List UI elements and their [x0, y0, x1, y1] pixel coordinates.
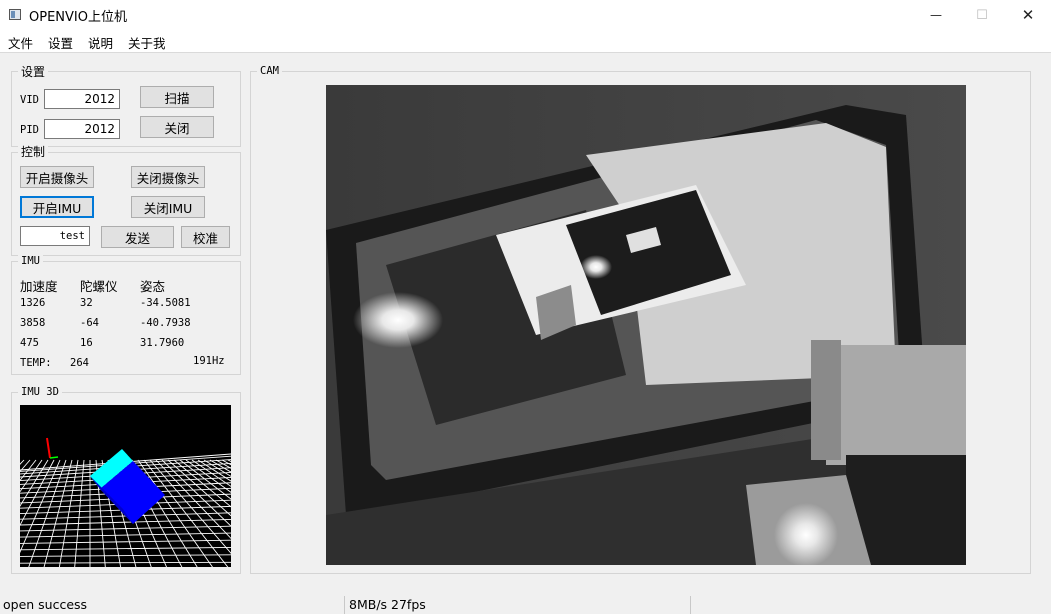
imu-header-accel: 加速度	[20, 279, 58, 294]
imu3d-group-title: IMU 3D	[18, 386, 62, 398]
title-bar	[0, 0, 1051, 30]
imu-axis-y	[49, 456, 59, 459]
open-imu-button[interactable]: 开启IMU	[20, 196, 94, 218]
menu-settings[interactable]: 设置	[48, 33, 73, 52]
window-title: OPENVIO上位机	[29, 10, 127, 25]
temp-value: 264	[70, 357, 89, 369]
vid-label: VID	[20, 94, 39, 106]
close-imu-button[interactable]: 关闭IMU	[131, 196, 205, 218]
grid-line	[43, 459, 73, 567]
send-text-input[interactable]: test	[20, 226, 90, 246]
status-separator	[690, 596, 691, 614]
imu-attitude-value: -34.5081	[140, 297, 191, 309]
pid-input[interactable]: 2012	[44, 119, 120, 139]
camera-view	[326, 85, 966, 565]
imu-gyro-value: -64	[80, 317, 99, 329]
send-button[interactable]: 发送	[101, 226, 174, 248]
grid-line	[20, 554, 231, 557]
vid-input[interactable]: 2012	[44, 89, 120, 109]
imu-group-title: IMU	[18, 255, 43, 267]
close-camera-button[interactable]: 关闭摄像头	[131, 166, 205, 188]
grid-line	[20, 518, 231, 526]
imu-rate: 191Hz	[193, 355, 225, 367]
minimize-button[interactable]: —	[913, 0, 959, 30]
temp-label: TEMP:	[20, 357, 52, 369]
imu-axis-x	[46, 437, 51, 459]
imu-attitude-value: -40.7938	[140, 317, 191, 329]
minimize-icon: —	[930, 8, 942, 22]
open-camera-button[interactable]: 开启摄像头	[20, 166, 94, 188]
grid-line	[20, 561, 231, 564]
imu-gyro-value: 16	[80, 337, 93, 349]
pid-label: PID	[20, 124, 39, 136]
maximize-button[interactable]: ☐	[959, 0, 1005, 30]
app-window-icon	[9, 9, 21, 20]
calibrate-button[interactable]: 校准	[181, 226, 230, 248]
menu-file[interactable]: 文件	[8, 33, 33, 52]
imu-header-attitude: 姿态	[140, 279, 166, 294]
imu-header-gyro: 陀螺仪	[80, 279, 118, 294]
status-bar	[0, 593, 1051, 614]
imu-accel-value: 475	[20, 337, 39, 349]
status-message: open success	[3, 597, 88, 612]
close-icon: ✕	[1021, 6, 1035, 24]
maximize-icon: ☐	[976, 7, 988, 23]
close-device-button[interactable]: 关闭	[140, 116, 214, 138]
status-separator	[344, 596, 345, 614]
close-window-button[interactable]: ✕	[1005, 0, 1051, 30]
imu-3d-view	[20, 405, 231, 567]
cam-group-title: CAM	[257, 65, 282, 77]
menu-help[interactable]: 说明	[88, 33, 113, 52]
grid-line	[20, 539, 231, 544]
control-group-title: 控制	[18, 143, 49, 160]
status-throughput: 8MB/s 27fps	[349, 597, 426, 612]
imu-gyro-value: 32	[80, 297, 93, 309]
settings-group-title: 设置	[18, 63, 49, 80]
menu-about[interactable]: 关于我	[128, 33, 166, 52]
imu-accel-value: 3858	[20, 317, 46, 329]
imu-accel-value: 1326	[20, 297, 46, 309]
scan-button[interactable]: 扫描	[140, 86, 214, 108]
imu-attitude-value: 31.7960	[140, 337, 185, 349]
